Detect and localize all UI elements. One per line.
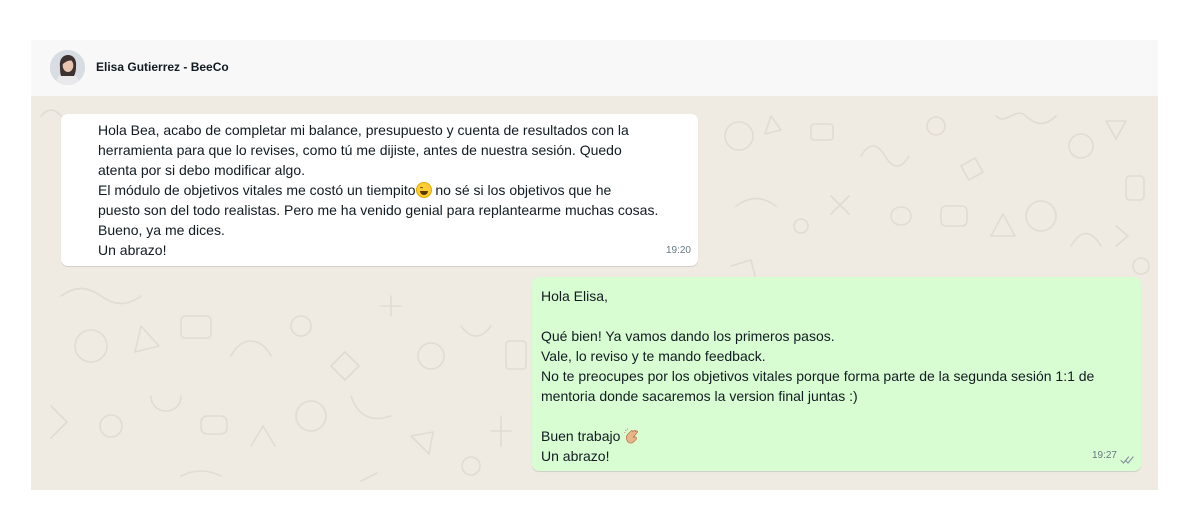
user-avatar-icon (50, 50, 85, 85)
message-line: Un abrazo! (98, 242, 167, 258)
message-line: Un abrazo! (541, 448, 610, 464)
message-text: Buen trabajo (541, 428, 625, 444)
message-text: no sé si los objetivos que he (431, 182, 612, 198)
message-line: Bueno, ya me dices. (98, 222, 225, 238)
chat-header[interactable]: Elisa Gutierrez - BeeCo (31, 40, 1158, 96)
message-timestamp: 19:20 (665, 245, 691, 256)
message-line: Hola Elisa, (541, 288, 608, 304)
message-line: mentoria donde sacaremos la version fina… (541, 388, 858, 404)
chat-window: Elisa Gutierrez - BeeCo Hola Bea, acabo … (31, 40, 1158, 490)
message-timestamp: 19:27 (1091, 450, 1117, 461)
clapping-hands-emoji (624, 428, 639, 444)
outgoing-message[interactable]: Hola Elisa, Qué bien! Ya vamos dando los… (532, 277, 1141, 471)
message-line: No te preocupes por los objetivos vitale… (541, 368, 1095, 384)
incoming-message[interactable]: Hola Bea, acabo de completar mi balance,… (61, 114, 698, 266)
message-line: Vale, lo reviso y te mando feedback. (541, 348, 766, 364)
message-line: atenta por si debo modificar algo. (98, 162, 306, 178)
message-line-with-emoji: El módulo de objetivos vitales me costó … (98, 180, 690, 200)
contact-avatar[interactable] (50, 50, 85, 85)
grinning-sweat-face-emoji (415, 182, 432, 198)
message-line: Hola Bea, acabo de completar mi balance,… (98, 122, 629, 138)
message-line: herramienta para que lo revises, como tú… (98, 142, 622, 158)
message-text: El módulo de objetivos vitales me costó … (98, 182, 416, 198)
double-check-icon (1120, 456, 1134, 464)
message-list[interactable]: Hola Bea, acabo de completar mi balance,… (31, 96, 1158, 490)
contact-name: Elisa Gutierrez - BeeCo (96, 60, 229, 74)
message-line-with-emoji: Buen trabajo (541, 426, 1133, 446)
message-line: Qué bien! Ya vamos dando los primeros pa… (541, 328, 835, 344)
message-line: puesto son del todo realistas. Pero me h… (98, 202, 659, 218)
